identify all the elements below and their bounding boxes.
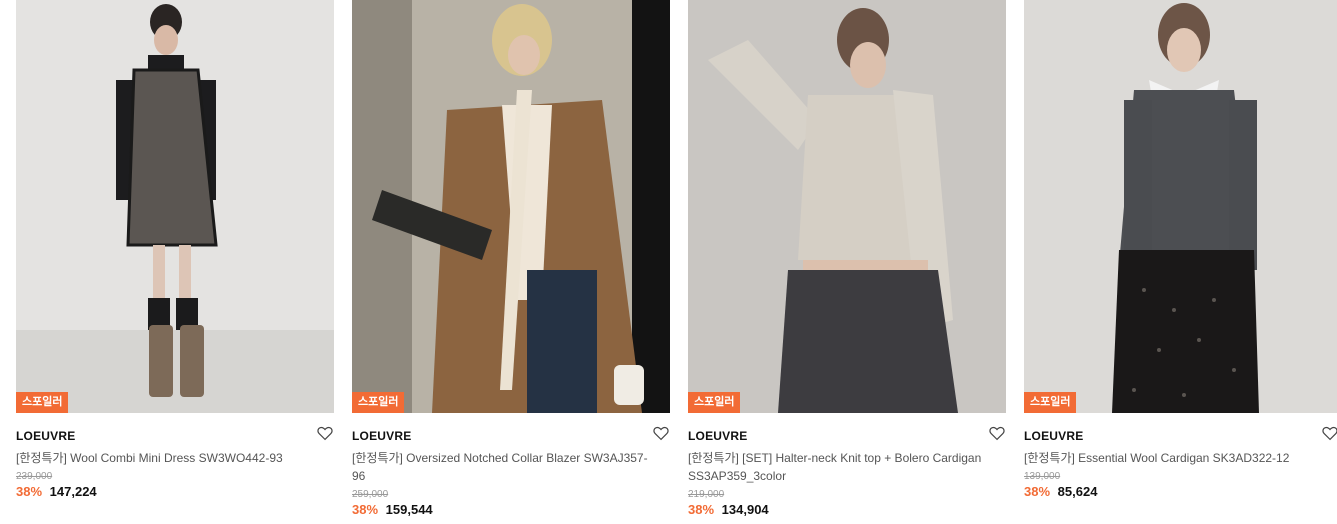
- brand-name[interactable]: LOEUVRE: [688, 429, 747, 443]
- product-card[interactable]: 스포일러 LOEUVRE [한정특가] [SET] Halter-neck Kn…: [688, 0, 1006, 524]
- product-image[interactable]: 스포일러: [1024, 0, 1337, 413]
- product-photo-knit: [688, 0, 1006, 413]
- heart-icon[interactable]: [1321, 424, 1337, 442]
- original-price: 259,000: [352, 489, 389, 500]
- heart-icon[interactable]: [988, 424, 1006, 442]
- product-name[interactable]: [한정특가] Wool Combi Mini Dress SW3WO442-93: [16, 449, 316, 467]
- spoiler-badge: 스포일러: [688, 392, 741, 413]
- brand-name[interactable]: LOEUVRE: [352, 429, 411, 443]
- product-name[interactable]: [한정특가] Oversized Notched Collar Blazer S…: [352, 449, 652, 485]
- discount-rate: 38%: [352, 502, 379, 517]
- original-price: 219,000: [688, 489, 725, 500]
- brand-name[interactable]: LOEUVRE: [16, 429, 75, 443]
- original-price: 139,000: [1024, 471, 1061, 482]
- product-name[interactable]: [한정특가] Essential Wool Cardigan SK3AD322-…: [1024, 449, 1324, 467]
- discount-rate: 38%: [688, 502, 715, 517]
- product-name[interactable]: [한정특가] [SET] Halter-neck Knit top + Bole…: [688, 449, 988, 485]
- heart-icon[interactable]: [316, 424, 334, 442]
- product-grid: 스포일러 LOEUVRE [한정특가] Wool Combi Mini Dres…: [0, 0, 1337, 524]
- spoiler-badge: 스포일러: [352, 392, 405, 413]
- heart-icon[interactable]: [652, 424, 670, 442]
- spoiler-badge: 스포일러: [16, 392, 69, 413]
- discount-rate: 38%: [1024, 484, 1051, 499]
- product-card[interactable]: 스포일러 LOEUVRE [한정특가] Oversized Notched Co…: [352, 0, 670, 524]
- sale-price: 159,544: [385, 502, 433, 517]
- original-price: 239,000: [16, 471, 53, 482]
- sale-price: 147,224: [49, 484, 97, 499]
- brand-name[interactable]: LOEUVRE: [1024, 429, 1083, 443]
- product-photo-dress: [16, 0, 334, 413]
- spoiler-badge: 스포일러: [1024, 392, 1077, 413]
- product-card[interactable]: 스포일러 LOEUVRE [한정특가] Wool Combi Mini Dres…: [16, 0, 334, 524]
- sale-price: 134,904: [721, 502, 769, 517]
- discount-rate: 38%: [16, 484, 43, 499]
- sale-price: 85,624: [1057, 484, 1098, 499]
- product-image[interactable]: 스포일러: [16, 0, 334, 413]
- product-card[interactable]: 스포일러 LOEUVRE [한정특가] Essential Wool Cardi…: [1024, 0, 1337, 524]
- product-photo-cardigan: [1024, 0, 1337, 413]
- product-image[interactable]: 스포일러: [352, 0, 670, 413]
- product-photo-blazer: [352, 0, 670, 413]
- product-image[interactable]: 스포일러: [688, 0, 1006, 413]
